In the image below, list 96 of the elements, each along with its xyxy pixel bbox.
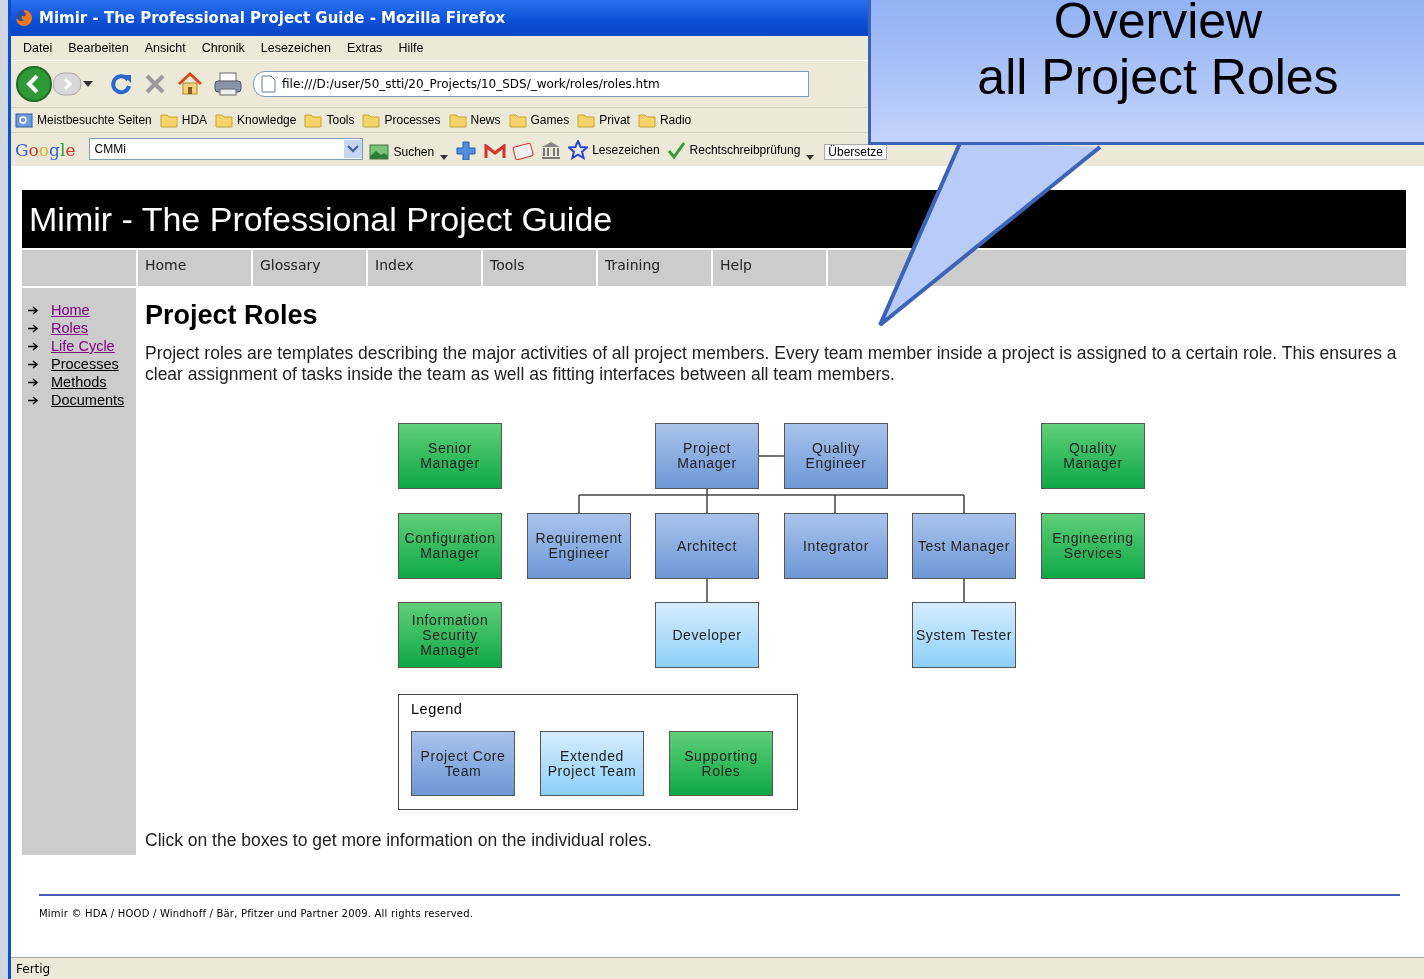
search-field[interactable]: CMMi xyxy=(89,138,364,160)
bookmark-item[interactable]: Meistbesuchte Seiten xyxy=(15,111,152,129)
window-title: Mimir - The Professional Project Guide - Mozilla Firefox xyxy=(39,9,506,27)
nav-item[interactable]: Help xyxy=(713,250,826,286)
card-icon[interactable] xyxy=(512,142,535,160)
legend-box: Extended Project Team xyxy=(540,731,644,796)
menu-item[interactable]: Bearbeiten xyxy=(60,41,137,55)
page-icon xyxy=(260,75,276,93)
role-box[interactable]: Senior Manager xyxy=(398,423,502,489)
sidebar-link[interactable]: Home xyxy=(51,302,90,318)
menu-item[interactable]: Ansicht xyxy=(136,41,194,55)
plus-icon[interactable] xyxy=(454,140,479,160)
folder-icon xyxy=(637,111,656,129)
bookmark-item[interactable]: Games xyxy=(508,111,570,129)
folder-icon xyxy=(577,111,596,129)
callout-text: Overview xyxy=(1053,0,1263,49)
menu-item[interactable]: Lesezeichen xyxy=(252,41,339,55)
nav-item[interactable]: Index xyxy=(368,250,481,286)
address-field[interactable]: file:///D:/user/50_stti/20_Projects/10_SDS/_work/roles/roles.htm xyxy=(253,71,809,97)
mail-icon[interactable] xyxy=(484,144,507,160)
role-box[interactable]: Architect xyxy=(655,513,759,579)
bank-icon[interactable] xyxy=(540,140,563,160)
bookmark-item[interactable]: News xyxy=(448,111,501,129)
dropdown-icon[interactable] xyxy=(440,155,449,160)
nav-item[interactable]: Training xyxy=(598,250,711,286)
role-box[interactable]: Engineering Services xyxy=(1041,513,1145,579)
folder-icon xyxy=(215,111,234,129)
intro-text: Project roles are templates describing the major activities of all project members. Every team member inside a project is assigned to a certain role. This ensures a clear assignment of tasks inside the team as well as fitting interfaces between all team members. xyxy=(145,343,1398,385)
reload-icon[interactable] xyxy=(109,72,133,96)
picture-frame-icon xyxy=(369,144,390,160)
printer-icon[interactable] xyxy=(213,71,243,97)
legend-title: Legend xyxy=(411,701,464,717)
folder-icon xyxy=(159,111,178,129)
home-icon[interactable] xyxy=(177,72,203,96)
folder-icon xyxy=(508,111,527,129)
callout-text: all Project Roles xyxy=(977,49,1339,105)
bookmarks-button[interactable]: Lesezeichen xyxy=(568,140,660,160)
folder-icon xyxy=(362,111,381,129)
arrow-icon xyxy=(28,341,39,351)
bookmark-item[interactable]: Knowledge xyxy=(215,111,297,129)
back-button[interactable] xyxy=(15,65,53,103)
sidebar-link[interactable]: Methods xyxy=(51,374,107,390)
translate-button[interactable]: Übersetze xyxy=(824,144,887,160)
role-box[interactable]: Requirement Engineer xyxy=(527,513,631,579)
status-text: Fertig xyxy=(11,957,1424,979)
google-logo: Google xyxy=(15,140,76,160)
menu-item[interactable]: Datei xyxy=(15,41,61,55)
dropdown-icon[interactable] xyxy=(344,140,363,158)
sidebar-link[interactable]: Roles xyxy=(51,320,89,336)
connector-line xyxy=(758,455,785,457)
role-box[interactable]: Project Manager xyxy=(655,423,759,489)
bookmark-item[interactable]: Tools xyxy=(304,111,355,129)
connector-line xyxy=(706,578,708,603)
role-box[interactable]: Configuration Manager xyxy=(398,513,502,579)
star-icon xyxy=(568,140,589,160)
page-heading: Project Roles xyxy=(145,300,319,331)
check-icon xyxy=(665,140,686,160)
connector-line xyxy=(963,578,965,603)
footer-text: Mimir © HDA / HOOD / Windhoff / Bär, Pfitzer und Partner 2009. All rights reserved. xyxy=(39,908,475,919)
hint-text: Click on the boxes to get more information on the individual roles. xyxy=(145,830,653,851)
sidebar-link[interactable]: Processes xyxy=(51,356,119,372)
bookmark-icon xyxy=(15,111,33,129)
bookmark-item[interactable]: Privat xyxy=(577,111,630,129)
nav-item[interactable]: Glossary xyxy=(253,250,366,286)
arrow-icon xyxy=(28,395,39,405)
arrow-icon xyxy=(28,359,39,369)
role-box[interactable]: Test Manager xyxy=(912,513,1016,579)
arrow-icon xyxy=(28,305,39,315)
menu-item[interactable]: Chronik xyxy=(193,41,253,55)
role-box[interactable]: Information Security Manager xyxy=(398,602,502,668)
role-box[interactable]: System Tester xyxy=(912,602,1016,668)
sidebar-link[interactable]: Life Cycle xyxy=(51,338,115,354)
nav-item[interactable]: Home xyxy=(138,250,251,286)
role-box[interactable]: Quality Manager xyxy=(1041,423,1145,489)
role-box[interactable]: Developer xyxy=(655,602,759,668)
menu-item[interactable]: Hilfe xyxy=(390,41,432,55)
bookmark-item[interactable]: Processes xyxy=(362,111,441,129)
site-title: Mimir - The Professional Project Guide xyxy=(28,199,613,239)
dropdown-icon[interactable] xyxy=(83,81,93,87)
spellcheck-button[interactable]: Rechtschreibprüfung xyxy=(665,140,801,160)
folder-icon xyxy=(304,111,323,129)
folder-icon xyxy=(448,111,467,129)
legend-box: Project Core Team xyxy=(411,731,515,796)
arrow-icon xyxy=(28,323,39,333)
role-box[interactable]: Integrator xyxy=(784,513,888,579)
arrow-icon xyxy=(28,377,39,387)
search-button[interactable]: Suchen xyxy=(369,144,435,160)
menu-item[interactable]: Extras xyxy=(338,41,391,55)
firefox-icon xyxy=(15,9,33,27)
legend-box: Supporting Roles xyxy=(669,731,773,796)
bookmark-item[interactable]: Radio xyxy=(637,111,692,129)
bookmark-item[interactable]: HDA xyxy=(159,111,208,129)
role-box[interactable]: Quality Engineer xyxy=(784,423,888,489)
dropdown-icon[interactable] xyxy=(806,155,815,160)
nav-item[interactable]: Tools xyxy=(483,250,596,286)
sidebar-link[interactable]: Documents xyxy=(51,392,125,408)
